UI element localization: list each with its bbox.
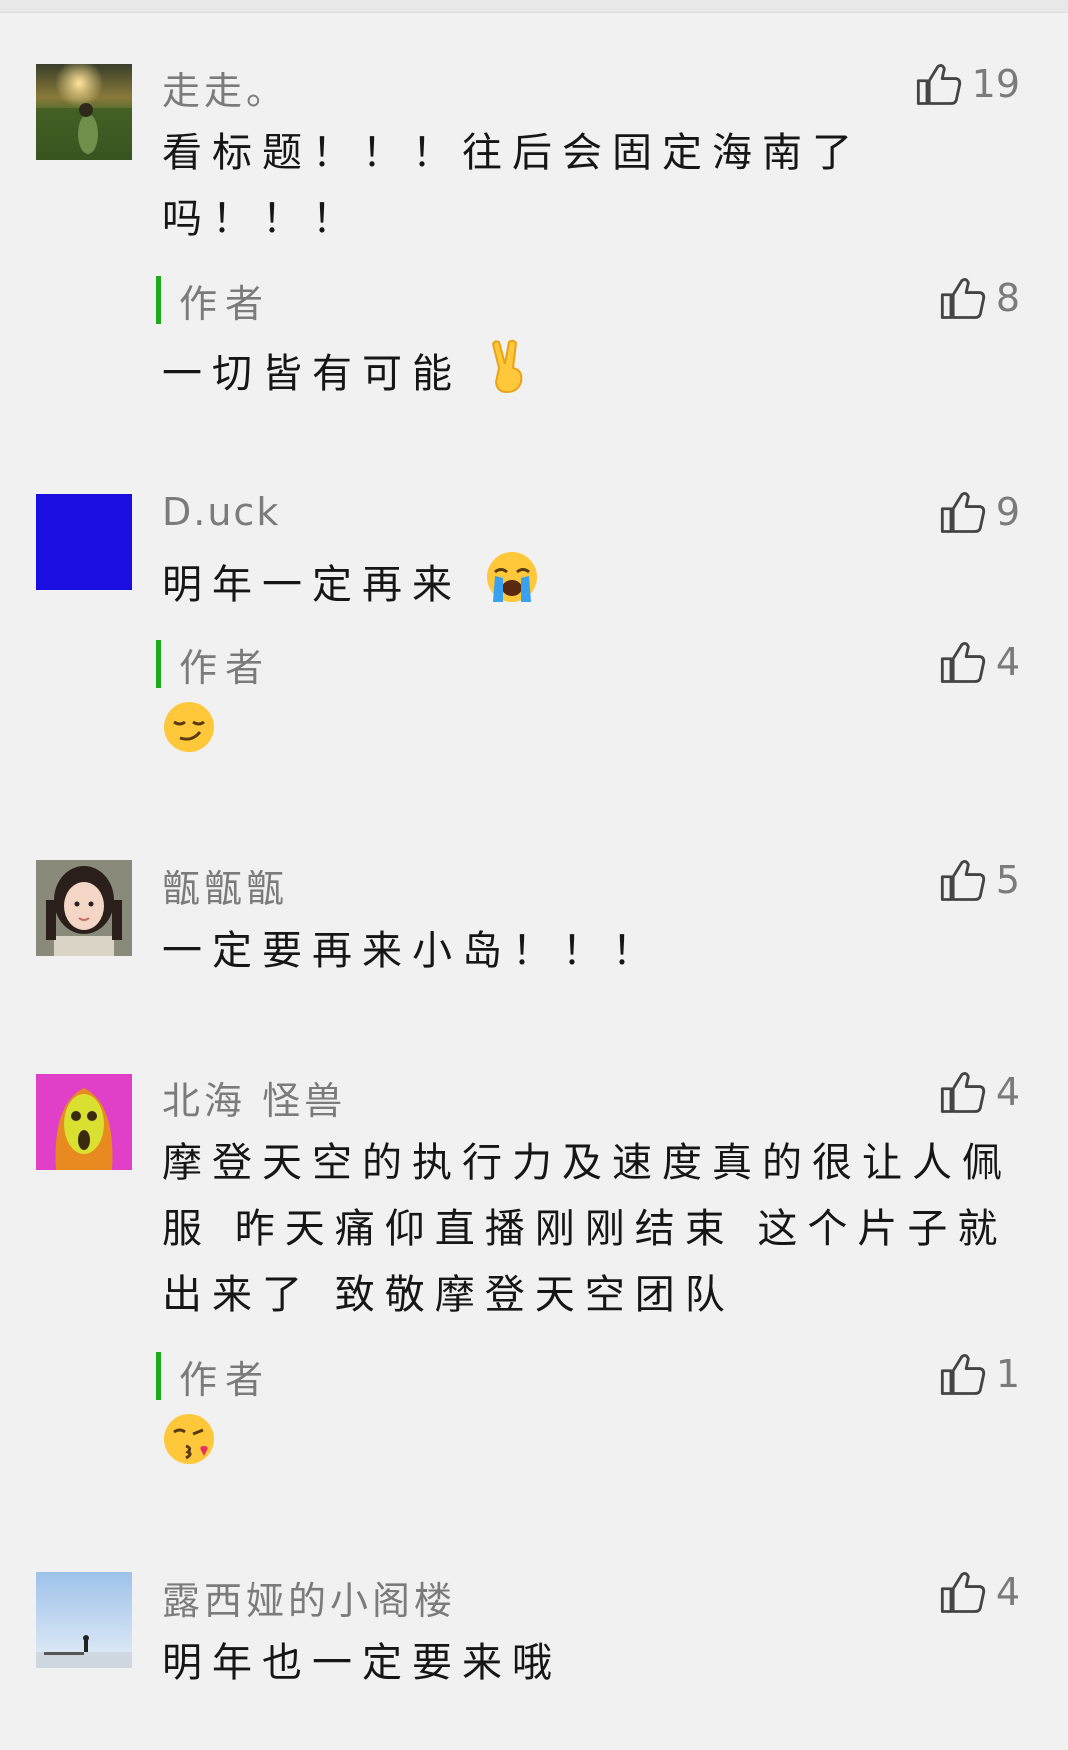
- like-button[interactable]: 9: [938, 484, 1020, 540]
- author-label: 作者: [179, 645, 272, 690]
- loudly-crying-face-emoji: [485, 550, 539, 624]
- like-count: 1: [995, 1352, 1020, 1396]
- thumbs-up-icon: [940, 1354, 985, 1395]
- comment-nickname[interactable]: 走走。: [162, 60, 288, 115]
- author-label: 作者: [179, 281, 272, 326]
- comment-nickname[interactable]: 甑甑甑: [162, 858, 288, 913]
- like-count: 9: [995, 490, 1020, 534]
- author-reply-header: 作者: [156, 276, 271, 326]
- like-button[interactable]: 5: [938, 852, 1020, 908]
- avatar[interactable]: [36, 64, 132, 160]
- author-reply: [162, 700, 1022, 774]
- author-reply-bar: [156, 276, 161, 324]
- comment-nickname[interactable]: D.uck: [162, 490, 280, 534]
- like-count: 4: [995, 640, 1020, 684]
- smirking-face-emoji: [162, 700, 216, 774]
- comment-text: 明年也一定要来哦: [162, 1640, 562, 1686]
- avatar[interactable]: [36, 1572, 132, 1668]
- victory-hand-emoji: [485, 338, 533, 414]
- avatar[interactable]: [36, 860, 132, 956]
- thumbs-up-icon: [940, 1572, 985, 1613]
- like-button[interactable]: 8: [938, 270, 1020, 326]
- face-blowing-kiss-emoji: [162, 1412, 216, 1486]
- thumbs-up-icon: [940, 642, 985, 683]
- comment-text: 明年一定再来: [162, 562, 462, 608]
- author-reply-bar: [156, 1352, 161, 1400]
- thumbs-up-icon: [940, 860, 985, 901]
- author-label: 作者: [179, 1357, 272, 1402]
- avatar[interactable]: [36, 1074, 132, 1170]
- like-button[interactable]: 4: [938, 1564, 1020, 1620]
- like-button[interactable]: 4: [938, 634, 1020, 690]
- comment-nickname[interactable]: 露西娅的小阁楼: [162, 1570, 456, 1625]
- top-divider: [0, 0, 1068, 13]
- avatar[interactable]: [36, 494, 132, 590]
- comment-nickname[interactable]: 北海 怪兽: [162, 1070, 346, 1125]
- thumbs-up-icon: [940, 492, 985, 533]
- author-reply: 一切皆有可能: [162, 338, 1022, 414]
- thumbs-up-icon: [940, 1072, 985, 1113]
- thumbs-up-icon: [940, 278, 985, 319]
- like-count: 4: [995, 1570, 1020, 1614]
- reply-text: 一切皆有可能: [162, 351, 462, 397]
- like-count: 19: [971, 62, 1020, 106]
- author-reply-header: 作者: [156, 1352, 271, 1402]
- comment-text: 看标题！！！往后会固定海南了吗！！！: [162, 130, 862, 242]
- like-count: 4: [995, 1070, 1020, 1114]
- thumbs-up-icon: [916, 64, 961, 105]
- comment-text: 一定要再来小岛！！！: [162, 928, 662, 974]
- author-reply: [162, 1412, 1022, 1486]
- comment-text: 摩登天空的执行力及速度真的很让人佩服 昨天痛仰直播刚刚结束 这个片子就出来了 致…: [162, 1140, 1012, 1318]
- like-button[interactable]: 19: [914, 56, 1020, 112]
- author-reply-bar: [156, 640, 161, 688]
- like-count: 5: [995, 858, 1020, 902]
- like-button[interactable]: 4: [938, 1064, 1020, 1120]
- comment-body: 明年一定再来: [162, 550, 1022, 624]
- like-button[interactable]: 1: [938, 1346, 1020, 1402]
- author-reply-header: 作者: [156, 640, 271, 690]
- like-count: 8: [995, 276, 1020, 320]
